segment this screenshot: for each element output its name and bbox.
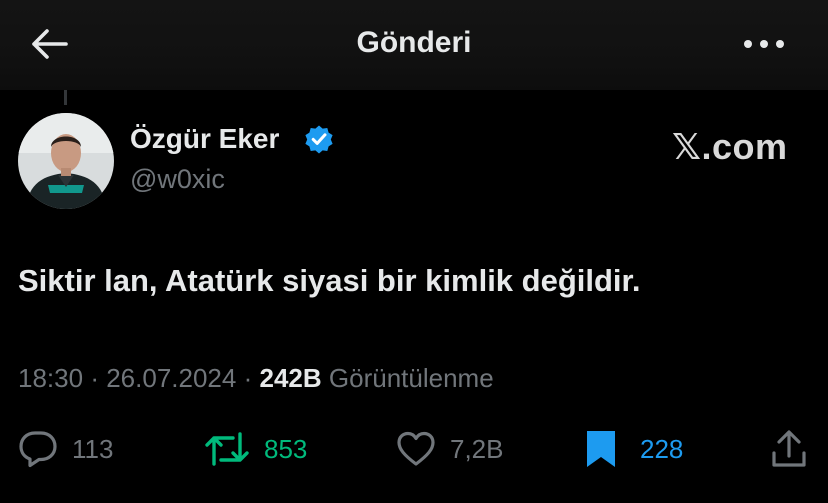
heart-icon: [397, 431, 435, 466]
post-metadata: 18:30 · 26.07.2024 · 242B Görüntülenme: [18, 363, 494, 394]
verified-badge-icon: [304, 124, 334, 154]
avatar[interactable]: [18, 113, 114, 209]
reply-count: 113: [72, 433, 114, 464]
post-time[interactable]: 18:30: [18, 363, 83, 393]
meta-separator: ·: [90, 363, 99, 393]
thread-line: [64, 90, 67, 105]
header-bar: Gönderi: [0, 0, 828, 90]
repost-icon: [205, 432, 249, 466]
repost-button[interactable]: 853: [204, 428, 307, 470]
post-date[interactable]: 26.07.2024: [106, 363, 236, 393]
x-watermark: 𝕏.com: [672, 126, 788, 167]
like-count: 7,2B: [450, 433, 504, 464]
more-options-icon[interactable]: [742, 36, 786, 52]
share-button[interactable]: [770, 428, 808, 470]
like-button[interactable]: 7,2B: [396, 428, 504, 470]
view-count: 242B: [259, 363, 322, 393]
repost-count: 853: [264, 433, 308, 464]
bookmark-count: 228: [640, 433, 684, 464]
page-title: Gönderi: [356, 26, 472, 59]
author-name[interactable]: Özgür Eker: [130, 123, 279, 155]
bookmark-button[interactable]: 228: [584, 428, 683, 470]
share-icon: [772, 430, 806, 467]
reply-button[interactable]: 113: [18, 428, 113, 470]
view-label: Görüntülenme: [328, 363, 494, 393]
bookmark-icon: [587, 431, 615, 467]
reply-icon: [19, 431, 57, 468]
author-handle[interactable]: @w0xic: [130, 164, 225, 195]
meta-separator: ·: [243, 363, 253, 393]
post-text: Siktir lan, Atatürk siyasi bir kimlik de…: [18, 263, 641, 298]
